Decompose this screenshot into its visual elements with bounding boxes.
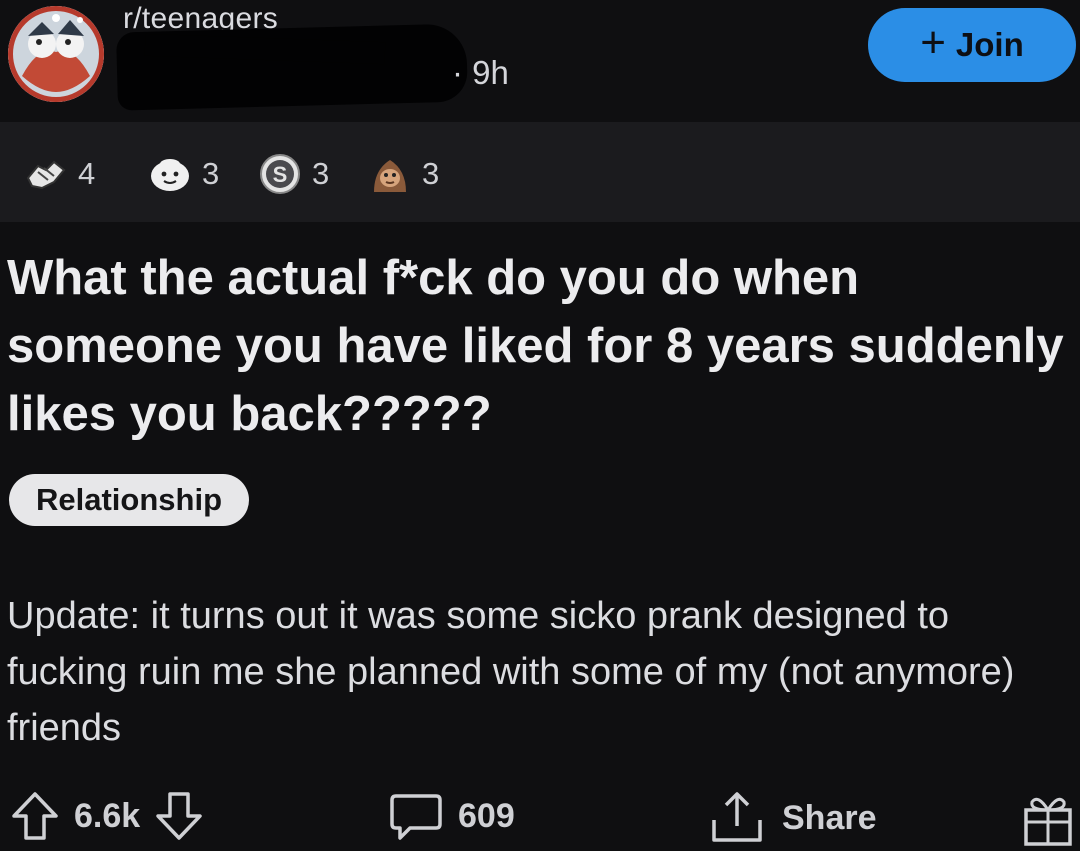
- post-body: Update: it turns out it was some sicko p…: [7, 595, 1015, 749]
- subreddit-avatar[interactable]: [8, 6, 104, 102]
- award-item[interactable]: 3: [368, 152, 439, 196]
- vote-count: 6.6k: [74, 796, 141, 835]
- awards-strip[interactable]: 4 3 S 3 3: [0, 122, 1080, 222]
- upvote-icon[interactable]: [10, 790, 60, 842]
- award-count: 3: [422, 156, 440, 191]
- share-button[interactable]: Share: [706, 790, 877, 846]
- award-item[interactable]: S 3: [258, 152, 329, 196]
- share-label: Share: [782, 798, 877, 837]
- monkey-award-icon: [368, 152, 412, 196]
- award-item[interactable]: 3: [148, 152, 219, 196]
- comments-button[interactable]: 609: [388, 790, 515, 842]
- helping-hand-icon: [24, 152, 68, 196]
- award-count: 3: [312, 156, 330, 191]
- post-flair[interactable]: Relationship: [9, 474, 250, 526]
- share-icon: [706, 790, 768, 846]
- comment-count: 609: [458, 796, 515, 835]
- downvote-icon[interactable]: [154, 790, 204, 842]
- join-button[interactable]: + Join: [868, 8, 1076, 82]
- post-title[interactable]: What the actual f*ck do you do when some…: [7, 244, 1067, 448]
- silver-coin-icon: S: [258, 152, 302, 196]
- vote-group: 6.6k: [10, 790, 204, 842]
- plus-icon: +: [920, 18, 946, 67]
- join-label: Join: [955, 26, 1024, 63]
- award-count: 4: [78, 156, 96, 191]
- wholesome-seal-icon: [148, 152, 192, 196]
- post-card: r/teenagers · 9h + Join 4 3 S 3 3 What t…: [0, 0, 1080, 851]
- svg-text:S: S: [273, 162, 288, 187]
- gift-award-icon: [1020, 790, 1076, 848]
- award-count: 3: [202, 156, 220, 191]
- award-button[interactable]: [1020, 790, 1076, 848]
- award-item[interactable]: 4: [24, 152, 95, 196]
- comment-icon: [388, 790, 444, 842]
- post-age: · 9h: [452, 54, 509, 91]
